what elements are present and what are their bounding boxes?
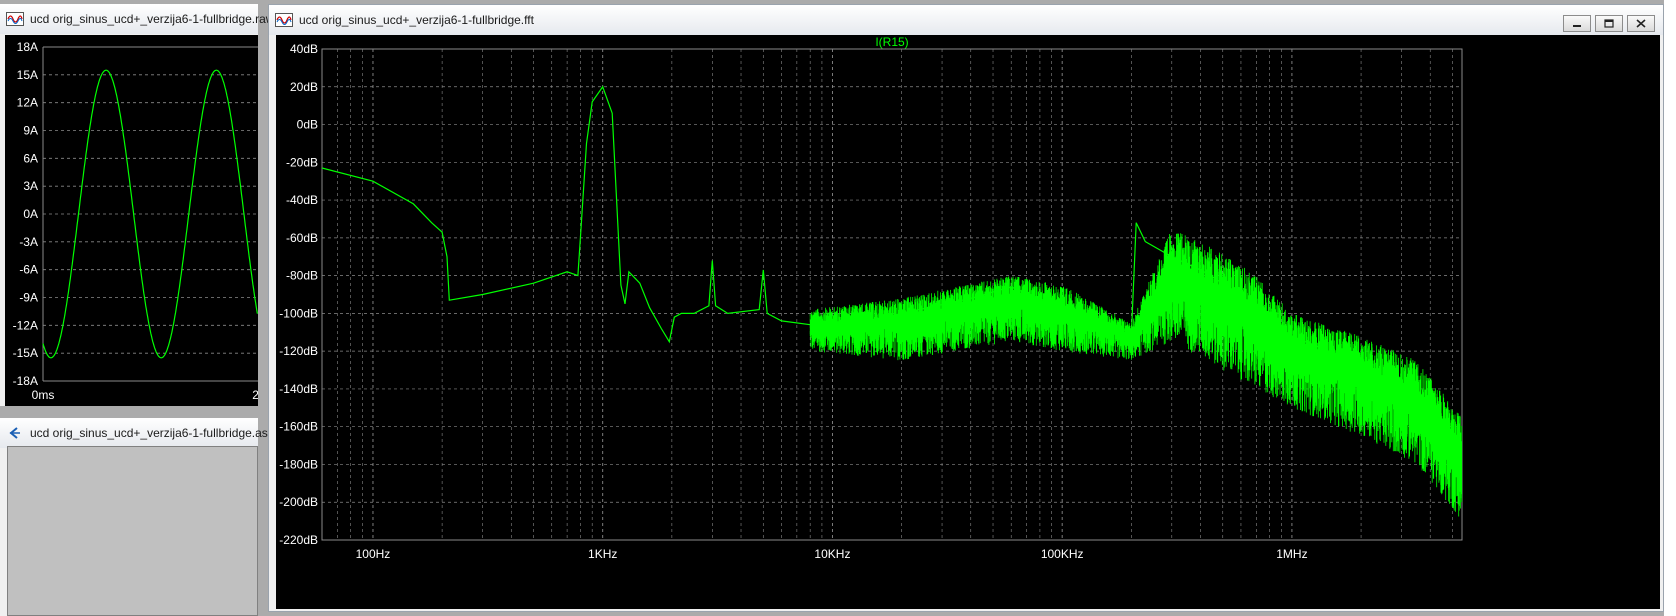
restore-icon	[1604, 19, 1614, 28]
raw-x-tick-label: 2ms	[252, 388, 258, 402]
raw-x-tick-label: 0ms	[32, 388, 55, 402]
raw-waveform-window[interactable]: ucd orig_sinus_ucd+_verzija6-1-fullbridg…	[0, 4, 274, 406]
raw-y-tick-label: 0A	[23, 207, 38, 221]
waveform-app-icon	[6, 12, 24, 26]
fft-x-tick-label: 10KHz	[814, 547, 850, 561]
raw-y-tick-label: 18A	[17, 40, 38, 54]
close-button[interactable]	[1627, 15, 1655, 32]
raw-y-tick-label: 15A	[17, 68, 38, 82]
raw-y-tick-label: -12A	[13, 318, 38, 332]
fft-x-tick-label: 100KHz	[1041, 547, 1084, 561]
raw-y-tick-label: -6A	[19, 263, 38, 277]
desktop-edge	[1664, 0, 1676, 616]
fft-y-tick-label: -140dB	[279, 382, 318, 396]
fft-window-title: ucd orig_sinus_ucd+_verzija6-1-fullbridg…	[299, 13, 534, 27]
schematic-canvas[interactable]	[7, 446, 258, 616]
fft-y-tick-label: -80dB	[286, 269, 318, 283]
fft-spectrum-chart[interactable]: I(R15) 40dB 20dB 0dB -20dB -40dB -60dB -80dB -10…	[276, 35, 1660, 609]
fft-y-tick-label: -120dB	[279, 344, 318, 358]
fft-window-titlebar[interactable]: ucd orig_sinus_ucd+_verzija6-1-fullbridg…	[269, 5, 1663, 35]
fft-noise-band	[809, 233, 1463, 517]
fft-y-tick-label: 0dB	[297, 118, 318, 132]
fft-y-tick-label: -180dB	[279, 457, 318, 471]
fft-window[interactable]: ucd orig_sinus_ucd+_verzija6-1-fullbridg…	[268, 4, 1664, 612]
raw-plot-area[interactable]: 18A 15A 12A 9A 6A 3A 0A -3A -6A -9A -12A -15A -18A 0m…	[5, 35, 258, 406]
raw-y-tick-label: -18A	[13, 374, 38, 388]
fft-plot-frame	[321, 48, 1463, 541]
raw-y-tick-label: 9A	[23, 124, 38, 138]
fft-y-tick-label: -100dB	[279, 306, 318, 320]
raw-y-tick-label: 6A	[23, 151, 38, 165]
close-icon	[1636, 19, 1646, 28]
fft-y-tick-label: -200dB	[279, 495, 318, 509]
raw-y-tick-label: -9A	[19, 291, 38, 305]
raw-waveform-chart[interactable]: 18A 15A 12A 9A 6A 3A 0A -3A -6A -9A -12A -15A -18A0m…	[5, 35, 258, 406]
fft-chart-title: I(R15)	[875, 35, 908, 49]
fft-plot-area[interactable]: I(R15) 40dB 20dB 0dB -20dB -40dB -60dB -80dB -10…	[276, 35, 1660, 609]
fft-y-tick-label: 40dB	[290, 42, 318, 56]
schematic-app-icon	[9, 427, 20, 439]
fft-y-tick-label: -60dB	[286, 231, 318, 245]
asc-schematic-window[interactable]: ucd orig_sinus_ucd+_verzija6-1-fullbridg…	[0, 418, 274, 616]
raw-y-tick-label: -3A	[19, 235, 38, 249]
raw-window-title: ucd orig_sinus_ucd+_verzija6-1-fullbridg…	[30, 12, 275, 26]
fft-x-tick-label: 1MHz	[1276, 547, 1307, 561]
fft-x-tick-label: 100Hz	[356, 547, 391, 561]
fft-y-tick-label: -160dB	[279, 420, 318, 434]
asc-window-titlebar[interactable]: ucd orig_sinus_ucd+_verzija6-1-fullbridg…	[0, 418, 274, 448]
raw-y-tick-label: 12A	[17, 96, 38, 110]
fft-y-tick-label: -220dB	[279, 533, 318, 547]
fft-y-tick-label: -20dB	[286, 155, 318, 169]
fft-x-tick-label: 1KHz	[588, 547, 617, 561]
waveform-app-icon	[275, 13, 293, 27]
raw-y-tick-label: 3A	[23, 179, 38, 193]
restore-button[interactable]	[1595, 15, 1623, 32]
raw-window-titlebar[interactable]: ucd orig_sinus_ucd+_verzija6-1-fullbridg…	[0, 4, 274, 34]
minimize-button[interactable]	[1563, 15, 1591, 32]
fft-y-tick-label: 20dB	[290, 80, 318, 94]
fft-y-tick-label: -40dB	[286, 193, 318, 207]
asc-window-title: ucd orig_sinus_ucd+_verzija6-1-fullbridg…	[30, 426, 274, 440]
minimize-icon	[1573, 24, 1581, 27]
raw-y-tick-label: -15A	[13, 346, 38, 360]
